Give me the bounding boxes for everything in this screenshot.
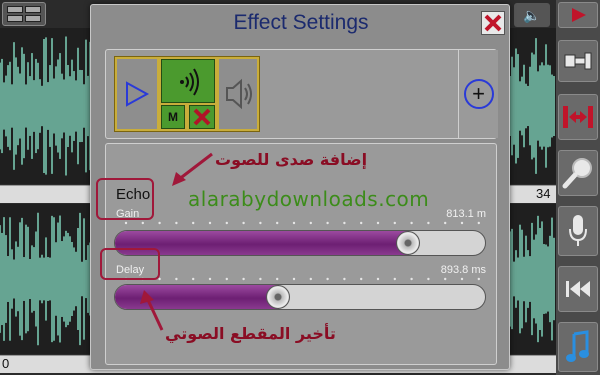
delay-annotation: تأخير المقطع الصوتي [165, 324, 336, 343]
annotation-arrows [140, 152, 213, 331]
echo-annotation: إضافة صدى للصوت [215, 150, 368, 169]
